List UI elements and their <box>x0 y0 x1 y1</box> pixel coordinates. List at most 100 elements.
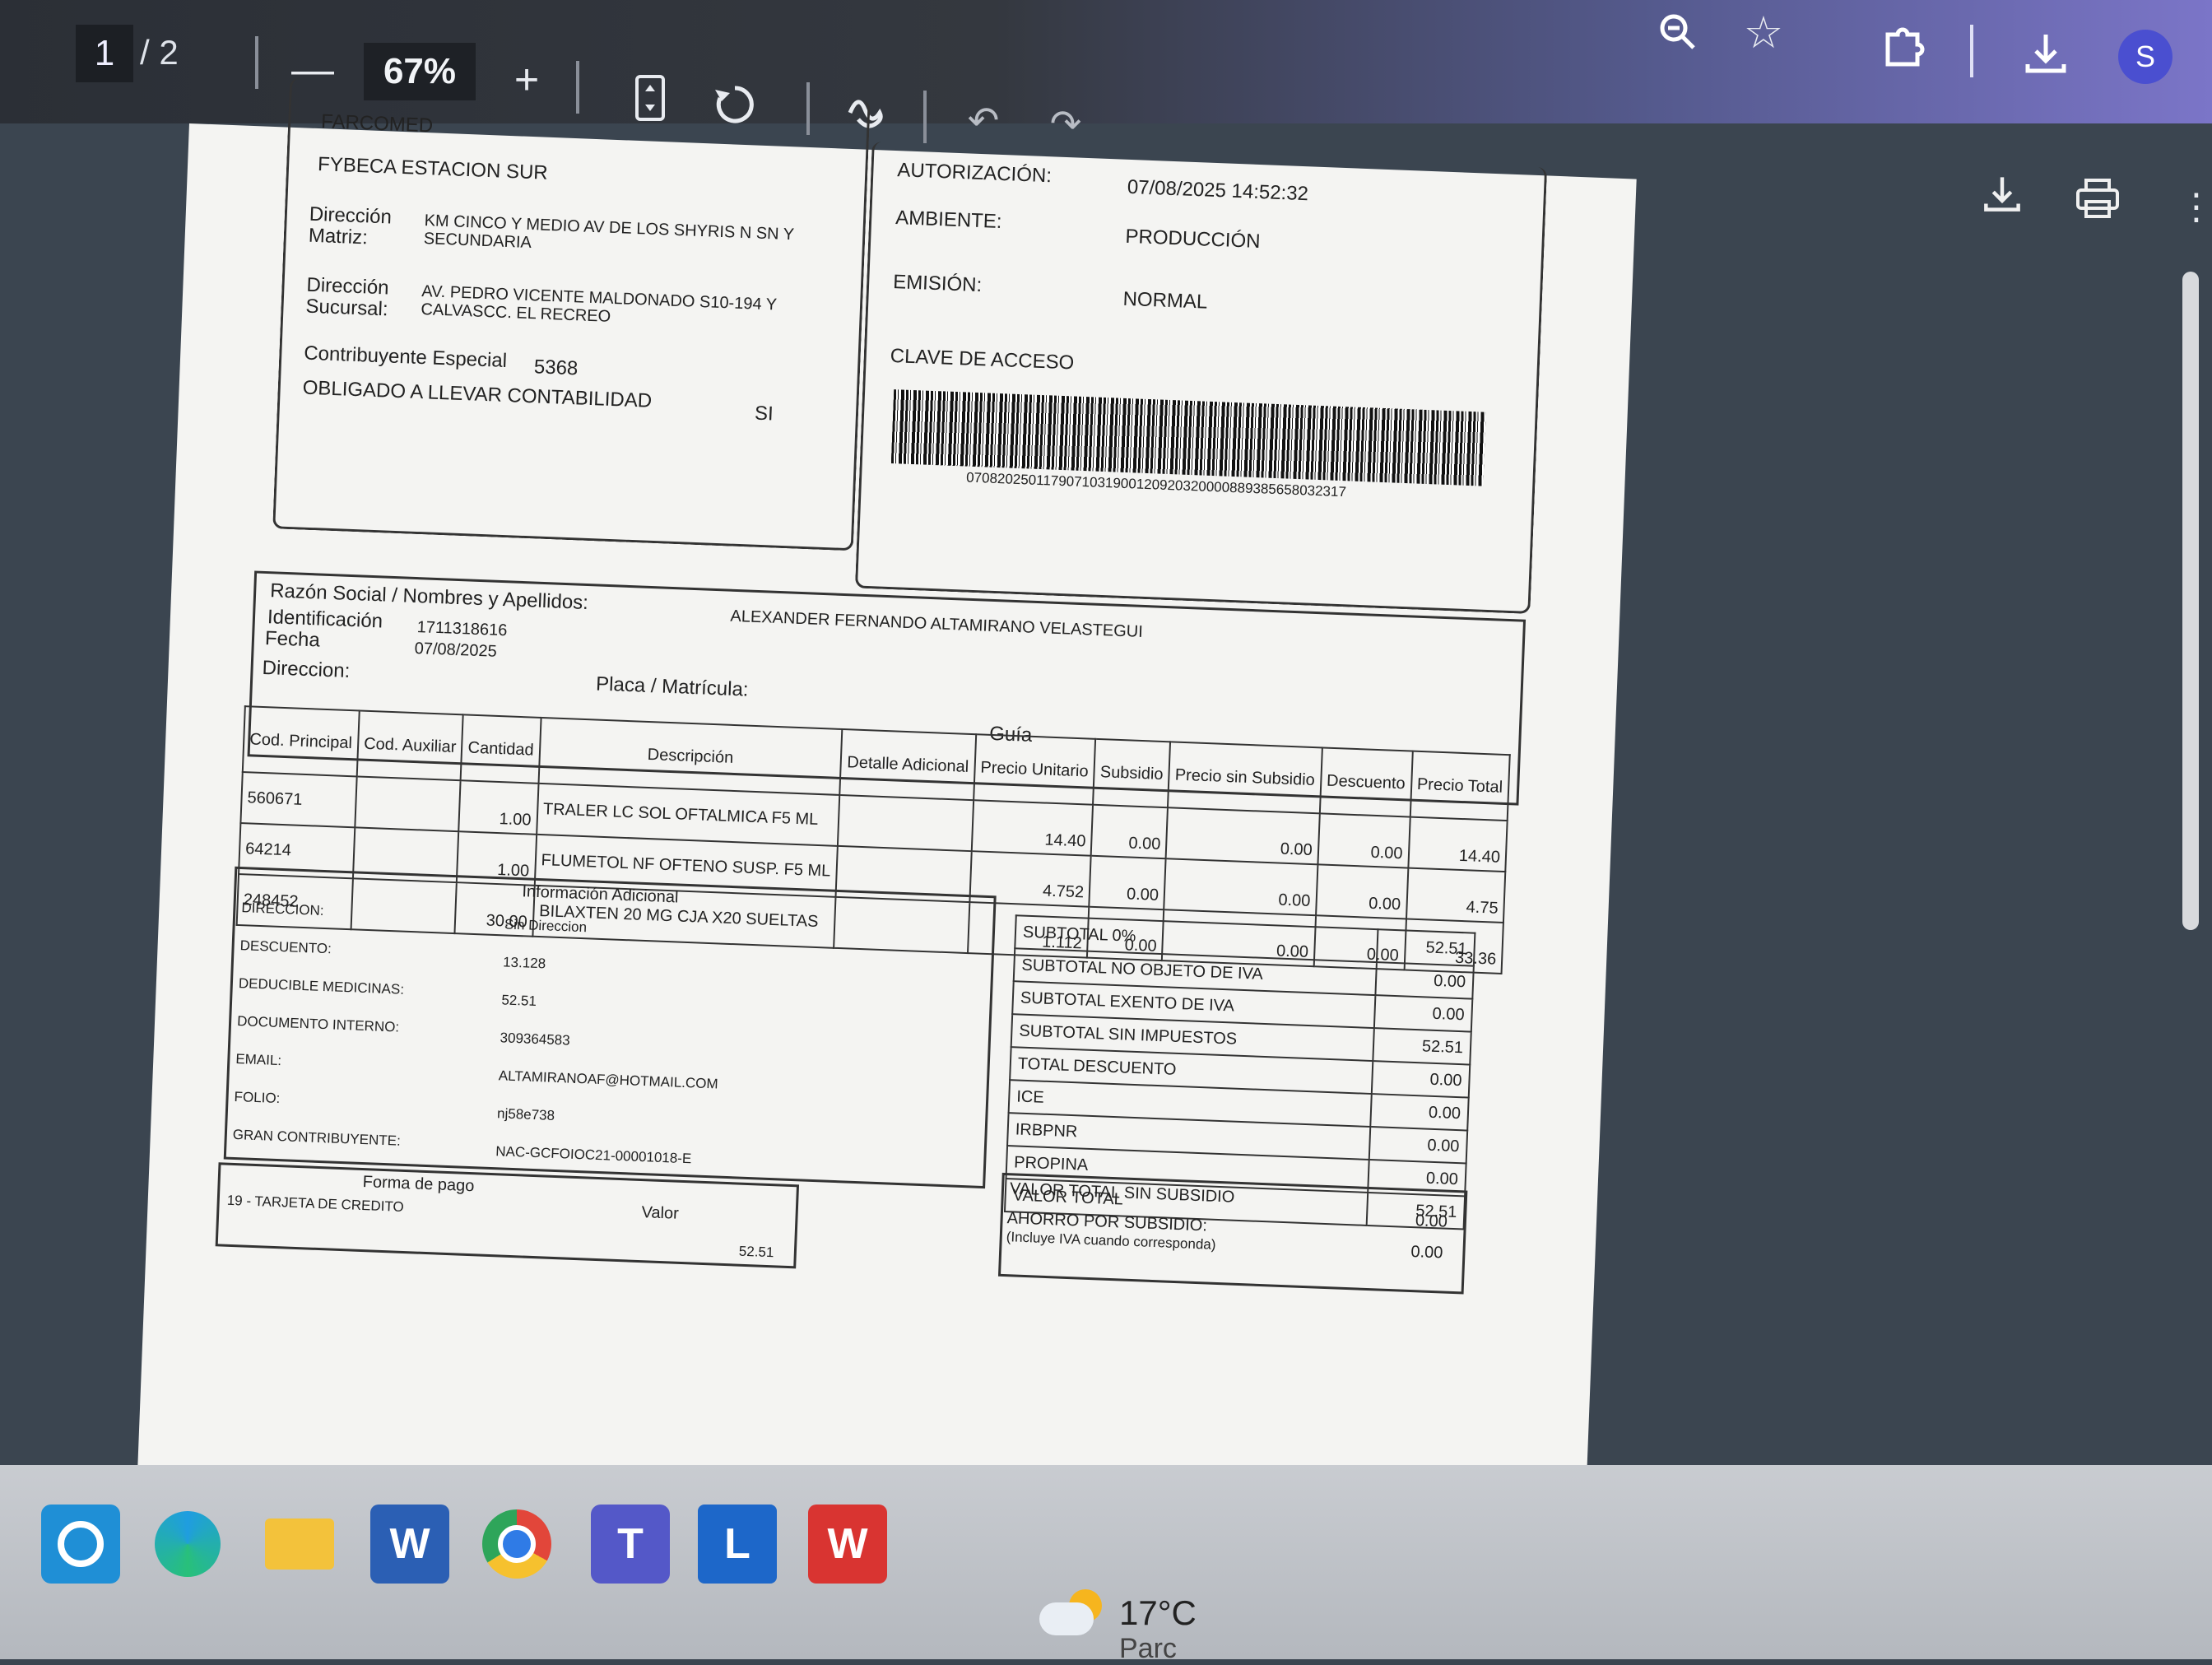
file-explorer-button[interactable] <box>260 1505 339 1584</box>
profile-avatar[interactable]: S <box>2118 30 2172 84</box>
totals-value: 0.00 <box>1373 995 1473 1032</box>
vertical-scrollbar[interactable] <box>2182 272 2199 930</box>
table-cell-sub: 0.00 <box>1089 855 1166 910</box>
download-icon <box>2025 35 2066 73</box>
table-cell-desc2: 0.00 <box>1315 864 1408 919</box>
ahorro-subsidio-value: 0.00 <box>1410 1243 1443 1263</box>
magnifier-icon <box>1660 14 1695 49</box>
info-value: 52.51 <box>501 992 537 1009</box>
wps-icon: W <box>827 1520 868 1568</box>
items-header-cell: Cod. Auxiliar <box>356 710 464 781</box>
l-app-button[interactable]: L <box>698 1505 777 1584</box>
items-header-cell: Precio Total <box>1410 751 1510 821</box>
table-cell-total: 14.40 <box>1407 816 1508 872</box>
ambiente-label: AMBIENTE: <box>895 207 1003 233</box>
info-key: FOLIO: <box>234 1088 281 1107</box>
teams-button[interactable]: T <box>591 1505 670 1584</box>
weather-temperature[interactable]: 17°C <box>1119 1593 1197 1633</box>
cortana-ring-icon <box>58 1521 104 1567</box>
weather-condition: Parc <box>1119 1633 1177 1664</box>
table-cell-desc2: 0.00 <box>1317 813 1410 868</box>
table-cell-psub: 0.00 <box>1164 858 1318 916</box>
wps-office-button[interactable]: W <box>808 1505 887 1584</box>
redo-button[interactable]: ↷ <box>1037 99 1094 148</box>
teams-icon: T <box>617 1520 644 1568</box>
extensions-button[interactable] <box>1871 12 1937 77</box>
info-key: EMAIL: <box>235 1051 282 1069</box>
table-cell-psub: 0.00 <box>1165 807 1320 865</box>
items-header-cell: Cantidad <box>460 714 541 784</box>
fecha-label: Fecha <box>264 627 321 652</box>
totals-value: 0.00 <box>1370 1094 1469 1131</box>
info-key: DIRECCION: <box>241 900 324 919</box>
table-cell-sub: 0.00 <box>1090 804 1169 859</box>
dir-sucursal-label: Dirección Sucursal: <box>305 273 390 321</box>
browser-downloads-button[interactable] <box>2013 20 2079 86</box>
toolbar-divider <box>923 91 927 143</box>
payment-value-header: Valor <box>641 1203 680 1223</box>
totals-value: 0.00 <box>1369 1126 1468 1164</box>
print-button[interactable] <box>2069 170 2126 227</box>
folder-icon <box>265 1518 334 1570</box>
totals-value: 0.00 <box>1371 1061 1471 1098</box>
payment-box <box>215 1162 800 1269</box>
payment-value: 52.51 <box>738 1243 774 1261</box>
l-app-icon: L <box>724 1520 750 1568</box>
items-header-cell: Descuento <box>1319 747 1413 817</box>
puzzle-icon <box>1885 27 1925 67</box>
download-icon <box>1984 177 2020 212</box>
info-value: 309364583 <box>500 1030 571 1049</box>
partly-cloudy-icon <box>1039 1586 1105 1644</box>
fecha-value: 07/08/2025 <box>414 639 498 661</box>
info-value: Sin Direccion <box>504 916 588 936</box>
word-icon: W <box>389 1520 430 1568</box>
table-cell-total: 4.75 <box>1406 867 1506 923</box>
zoom-page-button[interactable] <box>1649 3 1707 61</box>
undo-icon: ↶ <box>967 99 1000 142</box>
undo-button[interactable]: ↶ <box>955 95 1012 145</box>
cortana-button[interactable] <box>41 1505 120 1584</box>
page-total: / 2 <box>140 33 179 72</box>
issuer-header: FARCOMED <box>320 110 434 137</box>
totals-value: 0.00 <box>1375 962 1474 999</box>
printer-icon <box>2076 179 2119 218</box>
contribuyente-value: 5368 <box>533 356 579 380</box>
totals-value: 52.51 <box>1373 1028 1471 1065</box>
more-menu-button[interactable]: ⋮ <box>2178 178 2212 235</box>
table-cell-aux <box>355 776 461 832</box>
redo-icon: ↷ <box>1049 102 1082 145</box>
page-number-input[interactable]: 1 <box>76 25 133 82</box>
contabilidad-value: SI <box>754 402 774 426</box>
kebab-menu-icon: ⋮ <box>2178 186 2212 227</box>
table-cell-det <box>838 794 974 852</box>
toolbar-divider <box>255 36 258 89</box>
items-header-cell: Cod. Principal <box>242 706 360 777</box>
pdf-download-button[interactable] <box>1973 165 2031 222</box>
direccion-label: Direccion: <box>262 656 351 682</box>
edge-button[interactable] <box>148 1505 227 1584</box>
invoice-page: FARCOMED FYBECA ESTACION SUR Dirección M… <box>132 77 1637 1644</box>
emision-value: NORMAL <box>1122 287 1208 314</box>
edge-icon <box>155 1511 221 1577</box>
items-header-cell: Precio Unitario <box>973 734 1096 805</box>
toolbar-divider <box>1970 25 1973 77</box>
chrome-icon <box>482 1509 551 1579</box>
valor-sin-subsidio-value: 0.00 <box>1415 1212 1448 1231</box>
info-value: nj58e738 <box>496 1105 555 1123</box>
dir-matriz-label: Dirección Matriz: <box>308 202 393 249</box>
items-header-cell: Precio sin Subsidio <box>1168 742 1322 814</box>
totals-value: 52.51 <box>1376 929 1475 966</box>
chrome-button[interactable] <box>477 1505 556 1584</box>
items-header-cell: Detalle Adicional <box>839 729 976 801</box>
info-value: 13.128 <box>502 954 546 972</box>
table-cell-cant: 1.00 <box>458 780 539 835</box>
identificacion-value: 1711318616 <box>416 618 508 640</box>
bookmark-button[interactable]: ☆ <box>1735 3 1792 61</box>
items-header-cell: Descripción <box>538 717 843 795</box>
table-cell-pu: 14.40 <box>971 800 1094 856</box>
table-cell-cod: 560671 <box>240 772 357 828</box>
emision-label: EMISIÓN: <box>892 270 983 297</box>
weather-widget-icon[interactable] <box>1037 1582 1108 1648</box>
info-key: DESCUENTO: <box>239 937 332 957</box>
word-button[interactable]: W <box>370 1505 449 1584</box>
